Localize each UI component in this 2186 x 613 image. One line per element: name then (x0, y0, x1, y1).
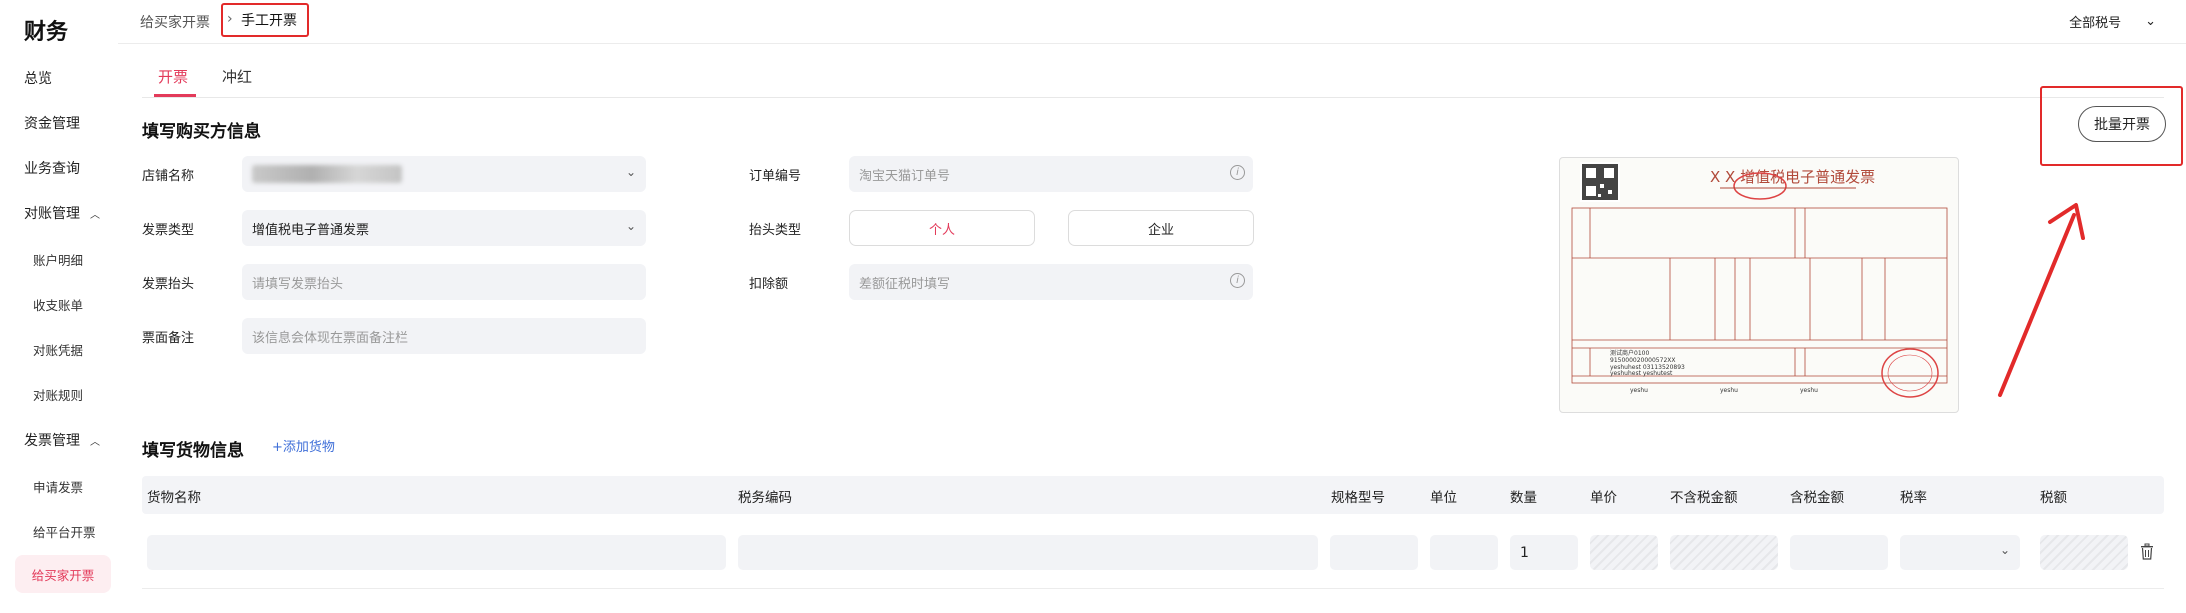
column-header: 不含税金额 (1670, 490, 1738, 506)
chevron-down-icon: ⌄ (625, 165, 636, 179)
column-header: 税额 (2040, 490, 2067, 506)
sidebar-item-platform-invoice[interactable]: 给平台开票 (33, 522, 96, 541)
svg-text:yeshu: yeshu (1720, 387, 1738, 394)
app-title: 财务 (24, 20, 69, 45)
page-root: 财务 总览 资金管理 业务查询 对账管理 ︿ 账户明细 收支账单 对账凭据 对账… (0, 0, 2186, 613)
tab-bar: 开票 冲红 (142, 56, 2164, 98)
qr-code-icon (1580, 162, 1620, 202)
header-type-company[interactable]: 企业 (1068, 210, 1254, 246)
svg-text:yeshu: yeshu (1800, 387, 1818, 394)
tax-selector-label: 全部税号 (2069, 16, 2122, 31)
remark-input[interactable]: 该信息会体现在票面备注栏 (242, 318, 646, 354)
quantity-value: 1 (1520, 544, 1529, 561)
shop-name-redacted (252, 165, 402, 183)
row-divider (142, 588, 2164, 589)
sidebar-group-label: 对账管理 (24, 206, 80, 222)
sidebar-item-buyer-invoice[interactable]: 给买家开票 (15, 555, 111, 593)
quantity-input[interactable]: 1 (1510, 535, 1578, 570)
invoice-title-placeholder: 请填写发票抬头 (252, 276, 344, 292)
sidebar-item-overview[interactable]: 总览 (24, 68, 52, 88)
tab-issue[interactable]: 开票 (158, 66, 188, 87)
sidebar-group-reconcile[interactable]: 对账管理 ︿ (24, 203, 100, 223)
sidebar-item-business-query[interactable]: 业务查询 (24, 158, 80, 178)
column-header: 税务编码 (738, 490, 792, 506)
chevron-down-icon: ⌄ (625, 219, 636, 233)
invoice-title-input[interactable]: 请填写发票抬头 (242, 264, 646, 300)
amount-excl-tax-field (1670, 535, 1778, 570)
sidebar-item-income-bill[interactable]: 收支账单 (33, 295, 83, 314)
svg-text:测试商户0100: 测试商户0100 (1610, 349, 1649, 357)
breadcrumb-parent[interactable]: 给买家开票 (140, 12, 210, 32)
column-header: 数量 (1510, 490, 1537, 506)
svg-text:915000020000572XX: 915000020000572XX (1610, 357, 1675, 364)
remark-placeholder: 该信息会体现在票面备注栏 (252, 330, 409, 346)
sidebar-group-label: 发票管理 (24, 433, 80, 449)
chevron-up-icon: ︿ (90, 436, 100, 448)
info-icon[interactable]: i (1230, 165, 1245, 180)
sidebar-item-account-detail[interactable]: 账户明细 (33, 250, 83, 269)
breadcrumb-current: › 手工开票 (221, 3, 309, 37)
tax-selector[interactable]: 全部税号 ⌄ (2069, 12, 2156, 31)
column-header: 单位 (1430, 490, 1457, 506)
chevron-down-icon: ⌄ (1999, 543, 2010, 557)
unit-price-field (1590, 535, 1658, 570)
sidebar-item-reconcile-voucher[interactable]: 对账凭据 (33, 340, 83, 359)
deduction-label: 扣除额 (749, 277, 789, 292)
column-header: 含税金额 (1790, 490, 1844, 506)
active-tab-indicator (154, 94, 196, 97)
batch-invoice-button[interactable]: 批量开票 (2078, 106, 2166, 142)
invoice-type-value: 增值税电子普通发票 (252, 222, 370, 238)
goods-name-input[interactable] (147, 535, 726, 570)
deduction-input[interactable]: 差额征税时填写 i (849, 264, 1253, 300)
shop-name-select[interactable]: ⌄ (242, 156, 646, 192)
chevron-up-icon: ︿ (90, 209, 100, 221)
order-no-placeholder: 淘宝天猫订单号 (859, 168, 951, 184)
trash-icon[interactable] (2140, 543, 2154, 560)
shop-name-label: 店铺名称 (142, 169, 195, 184)
info-icon[interactable]: i (1230, 273, 1245, 288)
sidebar-item-apply-invoice[interactable]: 申请发票 (33, 477, 83, 496)
topbar: 给买家开票 › 手工开票 全部税号 ⌄ (118, 0, 2186, 44)
amount-incl-tax-input[interactable] (1790, 535, 1888, 570)
sidebar-group-invoice[interactable]: 发票管理 ︿ (24, 430, 100, 450)
invoice-title-label: 发票抬头 (142, 277, 195, 292)
goods-section-title: 填写货物信息 (142, 441, 244, 461)
order-no-label: 订单编号 (749, 169, 802, 184)
chevron-down-icon: ⌄ (2145, 14, 2156, 29)
chevron-right-icon: › (227, 11, 233, 27)
sidebar: 财务 总览 资金管理 业务查询 对账管理 ︿ 账户明细 收支账单 对账凭据 对账… (0, 0, 118, 613)
svg-text:yeshuhest yeshutest: yeshuhest yeshutest (1610, 370, 1673, 377)
sidebar-item-funds[interactable]: 资金管理 (24, 113, 80, 133)
invoice-preview: X X 增值税电子普通发票 测试商户0100 915000020000572XX… (1559, 157, 1959, 413)
tab-red-reverse[interactable]: 冲红 (222, 66, 252, 87)
order-no-input[interactable]: 淘宝天猫订单号 i (849, 156, 1253, 192)
goods-table-header: 货物名称 税务编码 规格型号 单位 数量 单价 不含税金额 含税金额 税率 税额 (142, 476, 2164, 514)
column-header: 货物名称 (147, 490, 201, 506)
column-header: 税率 (1900, 490, 1927, 506)
column-header: 单价 (1590, 490, 1617, 506)
sidebar-item-reconcile-rules[interactable]: 对账规则 (33, 385, 83, 404)
svg-text:yeshu: yeshu (1630, 387, 1648, 394)
tax-rate-select[interactable]: ⌄ (1900, 535, 2020, 570)
column-header: 规格型号 (1331, 490, 1385, 506)
spec-model-input[interactable] (1330, 535, 1418, 570)
add-goods-link[interactable]: +添加货物 (272, 436, 335, 455)
header-type-label: 抬头类型 (749, 223, 802, 238)
invoice-preview-drawing: X X 增值税电子普通发票 测试商户0100 915000020000572XX… (1571, 162, 1948, 398)
deduction-placeholder: 差额征税时填写 (859, 276, 951, 292)
buyer-section-title: 填写购买方信息 (142, 122, 261, 142)
tax-code-input[interactable] (738, 535, 1318, 570)
breadcrumb-current-label: 手工开票 (241, 13, 297, 29)
remark-label: 票面备注 (142, 331, 195, 346)
header-type-personal[interactable]: 个人 (849, 210, 1035, 246)
unit-input[interactable] (1430, 535, 1498, 570)
invoice-type-label: 发票类型 (142, 223, 195, 238)
tax-amount-field (2040, 535, 2128, 570)
invoice-type-select[interactable]: 增值税电子普通发票 ⌄ (242, 210, 646, 246)
